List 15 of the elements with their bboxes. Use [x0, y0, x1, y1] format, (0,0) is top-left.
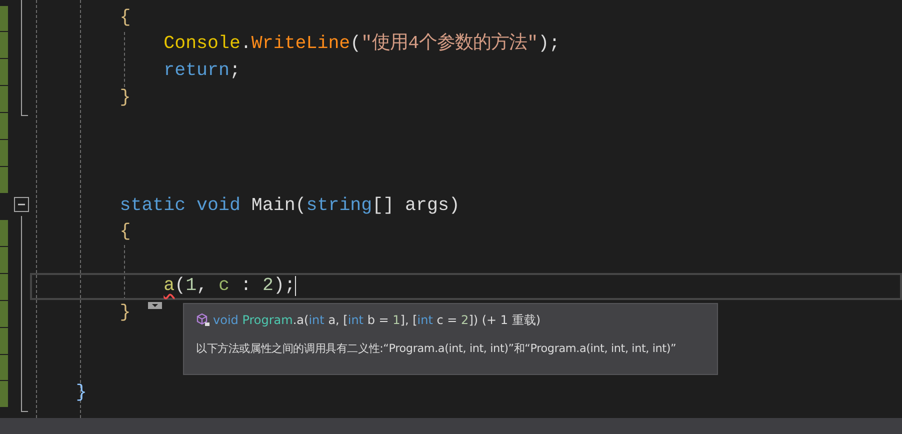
error-message: 以下方法或属性之间的调用具有二义性:“Program.a(int, int, int)”和“Program.a(int, int, int, int)” — [196, 341, 678, 356]
code-line: return; — [164, 60, 240, 84]
code-line: } — [120, 302, 131, 325]
code-line: } — [76, 382, 87, 406]
code-line: static void Main(string[] args) — [120, 194, 460, 218]
method-signature: void Program.a(int a, [int b = 1], [int c = 2]) (+ 1 重载) — [213, 312, 541, 328]
collapse-icon[interactable] — [14, 196, 29, 212]
code-line: { — [120, 221, 131, 244]
code-line: } — [120, 87, 131, 110]
code-line: Console.WriteLine("使用4个参数的方法"); — [164, 31, 560, 56]
code-line: a(1, c : 2); — [164, 275, 296, 298]
text-cursor — [295, 276, 296, 296]
code-line: { — [120, 6, 131, 30]
quick-actions-icon[interactable] — [148, 302, 162, 309]
method-cube-icon — [196, 313, 210, 327]
